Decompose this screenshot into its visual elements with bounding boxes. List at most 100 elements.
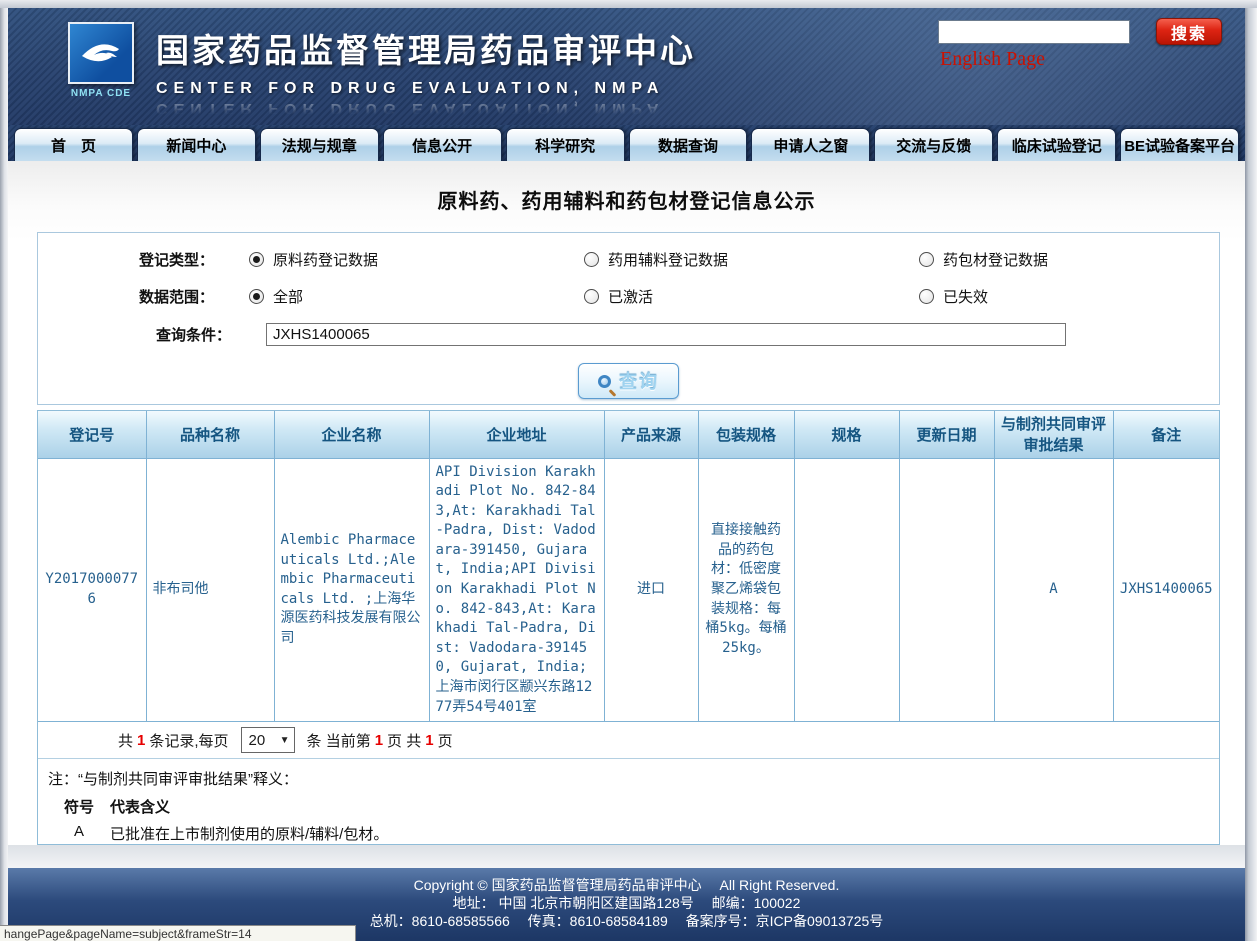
notes-col-meaning: 代表含义	[110, 796, 170, 817]
brand-title-en-reflection: CENTER FOR DRUG EVALUATION, NMPA	[156, 99, 696, 117]
note-meaning: 已批准在上市制剂使用的原料/辅料/包材。	[110, 823, 388, 844]
type-label: 登记类型：	[38, 249, 214, 270]
cell-remark: JXHS1400065	[1113, 458, 1219, 722]
pager-text: 条记录,每页	[149, 730, 228, 751]
brand-title-en: CENTER FOR DRUG EVALUATION, NMPA	[156, 80, 696, 98]
radio-excipient-data[interactable]: 药用辅料登记数据	[549, 249, 884, 270]
table-header-row: 登记号 品种名称 企业名称 企业地址 产品来源 包装规格 规格 更新日期 与制剂…	[38, 411, 1219, 458]
col-product-source: 产品来源	[604, 411, 698, 458]
form-row-range: 数据范围： 全部 已激活 已失效	[38, 286, 1219, 307]
col-registration-no: 登记号	[38, 411, 146, 458]
nmpa-cde-logo[interactable]: NMPA CDE	[65, 22, 137, 108]
col-company-address: 企业地址	[429, 411, 604, 458]
page-edge-right	[1245, 0, 1257, 941]
nav-tab-data-query[interactable]: 数据查询	[629, 128, 748, 161]
cell-product-source: 进口	[604, 458, 698, 722]
brand-title-cn: 国家药品监督管理局药品审评中心	[156, 24, 696, 72]
range-options: 全部 已激活 已失效	[214, 286, 1219, 307]
type-options: 原料药登记数据 药用辅料登记数据 药包材登记数据	[214, 249, 1219, 270]
nav-tab-info-disclosure[interactable]: 信息公开	[383, 128, 502, 161]
results-table: 登记号 品种名称 企业名称 企业地址 产品来源 包装规格 规格 更新日期 与制剂…	[38, 411, 1219, 722]
col-update-date: 更新日期	[899, 411, 994, 458]
per-page-select[interactable]: 20 ▼	[241, 727, 295, 753]
cell-company-name: Alembic Pharmaceuticals Ltd.;Alembic Pha…	[274, 458, 429, 722]
cell-review-result: A	[994, 458, 1113, 722]
pager-text: 条 当前第	[307, 730, 371, 751]
brand-block: 国家药品监督管理局药品审评中心 CENTER FOR DRUG EVALUATI…	[156, 24, 696, 117]
nav-tab-feedback[interactable]: 交流与反馈	[874, 128, 993, 161]
cell-package-spec: 直接接触药品的药包材：低密度聚乙烯袋包装规格：每桶5kg。每桶25kg。	[698, 458, 794, 722]
query-condition-input[interactable]	[266, 323, 1066, 346]
header-search-input[interactable]	[938, 20, 1130, 44]
radio-icon	[584, 252, 599, 267]
col-package-spec: 包装规格	[698, 411, 794, 458]
radio-packaging-data[interactable]: 药包材登记数据	[884, 249, 1219, 270]
total-pages: 1	[425, 732, 433, 749]
nav-tab-regulations[interactable]: 法规与规章	[260, 128, 379, 161]
notes-col-symbol: 符号	[62, 796, 96, 817]
footer-address: 地址： 中国 北京市朝阳区建国路128号 邮编：100022	[8, 894, 1245, 912]
page-title: 原料药、药用辅料和药包材登记信息公示	[8, 161, 1245, 214]
page: NMPA CDE 国家药品监督管理局药品审评中心 CENTER FOR DRUG…	[0, 0, 1257, 941]
browser-status-tooltip: hangePage&pageName=subject&frameStr=14	[0, 925, 356, 941]
col-review-result: 与制剂共同审评审批结果	[994, 411, 1113, 458]
nav-tab-be-platform[interactable]: BE试验备案平台	[1120, 128, 1239, 161]
col-spec: 规格	[794, 411, 899, 458]
table-row: Y20170000776 非布司他 Alembic Pharmaceutical…	[38, 458, 1219, 722]
site-header: NMPA CDE 国家药品监督管理局药品审评中心 CENTER FOR DRUG…	[8, 8, 1245, 125]
radio-icon	[584, 289, 599, 304]
form-row-type: 登记类型： 原料药登记数据 药用辅料登记数据 药包材登记数据	[38, 249, 1219, 270]
pager-text: 页	[438, 730, 453, 751]
nav-tab-home[interactable]: 首 页	[14, 128, 133, 161]
range-label: 数据范围：	[38, 286, 214, 307]
form-row-query: 查询条件：	[38, 323, 1219, 346]
per-page-value: 20	[249, 732, 266, 749]
col-remark: 备注	[1113, 411, 1219, 458]
cell-update-date	[899, 458, 994, 722]
cell-spec	[794, 458, 899, 722]
col-company-name: 企业名称	[274, 411, 429, 458]
query-condition-label: 查询条件：	[38, 324, 231, 345]
cell-company-address: API Division Karakhadi Plot No. 842-843,…	[429, 458, 604, 722]
total-records: 1	[137, 732, 145, 749]
footer-copyright: Copyright © 国家药品监督管理局药品审评中心 All Right Re…	[8, 876, 1245, 894]
logo-swoosh-icon	[68, 22, 134, 84]
english-page-link[interactable]: English Page	[940, 48, 1045, 71]
query-button[interactable]: 查询	[578, 363, 679, 399]
result-box: 登记号 品种名称 企业名称 企业地址 产品来源 包装规格 规格 更新日期 与制剂…	[37, 410, 1220, 845]
page-edge-left	[0, 0, 8, 941]
nav-tab-research[interactable]: 科学研究	[506, 128, 625, 161]
pager-text: 页 共	[387, 730, 421, 751]
cell-product-name: 非布司他	[146, 458, 274, 722]
pager-text: 共	[118, 730, 133, 751]
note-symbol: A	[62, 823, 96, 844]
radio-activated[interactable]: 已激活	[549, 286, 884, 307]
cell-registration-no: Y20170000776	[38, 458, 146, 722]
nav-tab-applicant-window[interactable]: 申请人之窗	[751, 128, 870, 161]
radio-icon	[919, 289, 934, 304]
radio-icon	[919, 252, 934, 267]
query-form: 登记类型： 原料药登记数据 药用辅料登记数据 药包材登记数据	[37, 232, 1220, 405]
button-row: 查询	[38, 363, 1219, 399]
nav-tab-clinical-trial[interactable]: 临床试验登记	[997, 128, 1116, 161]
current-page: 1	[375, 732, 383, 749]
nav-tab-news[interactable]: 新闻中心	[137, 128, 256, 161]
radio-icon	[249, 252, 264, 267]
main-nav: 首 页 新闻中心 法规与规章 信息公开 科学研究 数据查询 申请人之窗 交流与反…	[8, 125, 1245, 161]
col-product-name: 品种名称	[146, 411, 274, 458]
pagination-bar: 共 1 条记录,每页 20 ▼ 条 当前第 1 页 共 1 页	[38, 722, 1219, 759]
notes-title: 注：“与制剂共同审评审批结果”释义：	[48, 768, 1209, 789]
header-search-button[interactable]: 搜索	[1156, 18, 1222, 45]
page-edge-top	[0, 0, 1257, 8]
radio-expired[interactable]: 已失效	[884, 286, 1219, 307]
pre-footer-strip	[8, 845, 1245, 868]
note-row-a: A 已批准在上市制剂使用的原料/辅料/包材。	[62, 823, 1209, 844]
notes-header-row: 符号 代表含义	[62, 796, 1209, 817]
content-area: 原料药、药用辅料和药包材登记信息公示 登记类型： 原料药登记数据 药用辅料登记数…	[8, 161, 1245, 868]
radio-all[interactable]: 全部	[214, 286, 549, 307]
radio-icon	[249, 289, 264, 304]
chevron-down-icon: ▼	[280, 735, 290, 746]
radio-raw-material-data[interactable]: 原料药登记数据	[214, 249, 549, 270]
logo-caption: NMPA CDE	[65, 88, 137, 99]
magnifier-icon	[598, 375, 611, 388]
